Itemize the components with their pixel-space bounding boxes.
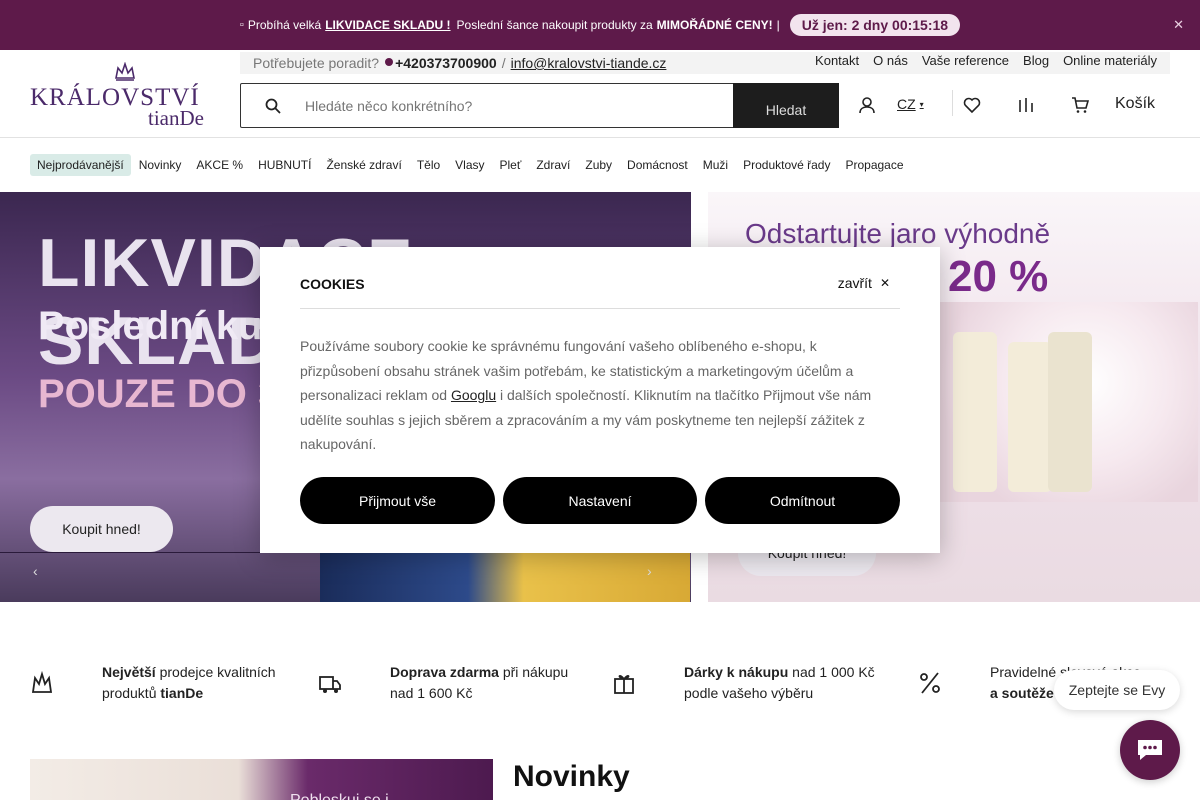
chevron-right-icon[interactable]: ›: [647, 563, 652, 579]
banner-title-2: Poslední ku: [38, 304, 263, 348]
nav-item-vlasy[interactable]: Vlasy: [448, 154, 491, 176]
nav-item-hubnuti[interactable]: HUBNUTÍ: [251, 154, 318, 176]
nav-item-zdravi[interactable]: Zdraví: [529, 154, 577, 176]
usp-item: Doprava zdarma při nákupu nad 1 600 Kč: [318, 660, 568, 706]
chat-bubble[interactable]: Zeptejte se Evy: [1054, 670, 1180, 710]
close-icon: ✕: [879, 276, 890, 290]
phone-link[interactable]: +420373700900: [395, 55, 497, 71]
cart-icon[interactable]: [1071, 96, 1090, 114]
cookie-modal: COOKIES zavřít ✕ Používáme soubory cooki…: [260, 247, 940, 553]
email-link[interactable]: info@kralovstvi-tiande.cz: [511, 55, 667, 71]
nav-item-telo[interactable]: Tělo: [410, 154, 447, 176]
top-link-blog[interactable]: Blog: [1023, 53, 1049, 68]
crown-icon: [31, 670, 53, 693]
promo-separator: |: [776, 18, 780, 32]
search-button[interactable]: Hledat: [733, 83, 839, 128]
accept-all-button[interactable]: Přijmout vše: [300, 477, 495, 524]
truck-icon: [319, 676, 341, 693]
crown-icon: [115, 62, 135, 81]
cookie-title: COOKIES: [300, 276, 365, 292]
usp-text: Dárky k nákupu nad 1 000 Kč podle vašeho…: [684, 664, 875, 701]
nav-item-bestsellers[interactable]: Nejprodávanější: [30, 154, 131, 176]
usp-item: Největší prodejce kvalitních produktů ti…: [30, 660, 276, 706]
product-tube-image: [953, 332, 997, 492]
search-input[interactable]: [305, 84, 733, 127]
top-link-reference[interactable]: Vaše reference: [922, 53, 1009, 68]
heart-icon[interactable]: [963, 96, 981, 114]
header-divider: [952, 90, 953, 116]
logo[interactable]: KRÁLOVSTVÍ tianDe: [30, 62, 215, 130]
product-tube-image: [1048, 332, 1092, 492]
logo-line2: tianDe: [148, 106, 204, 130]
help-label: Potřebujete poradit?: [253, 55, 380, 71]
box-icon: ▫: [239, 19, 244, 31]
reject-button[interactable]: Odmítnout: [705, 477, 900, 524]
promo-bar: ▫ Probíhá velká LIKVIDACE SKLADU ! Posle…: [0, 0, 1200, 50]
phone-dot-icon: [385, 57, 394, 66]
top-link-kontakt[interactable]: Kontakt: [815, 53, 859, 68]
nav-item-domacnost[interactable]: Domácnost: [620, 154, 695, 176]
nav-item-akce[interactable]: AKCE %: [189, 154, 250, 176]
nav-item-novinky[interactable]: Novinky: [132, 154, 189, 176]
search-bar: Hledat: [240, 83, 839, 128]
google-link[interactable]: Googlu: [451, 387, 496, 403]
nav-item-produktove-rady[interactable]: Produktové řady: [736, 154, 837, 176]
modal-divider: [300, 308, 900, 309]
banner-right-title: Odstartujte jaro výhodně: [745, 218, 1051, 249]
cookie-close-button[interactable]: zavřít ✕: [838, 275, 890, 291]
promo-text-2: Poslední šance nakoupit produkty za: [456, 18, 653, 32]
new-products-image[interactable]: Pobleskuj se i ...: [30, 759, 493, 800]
cookie-text: Používáme soubory cookie ke správnému fu…: [300, 338, 872, 453]
usp-item: Dárky k nákupu nad 1 000 Kč podle vašeho…: [612, 660, 875, 706]
cart-label[interactable]: Košík: [1115, 95, 1155, 113]
banner-title-3: POUZE DO 3: [38, 372, 281, 416]
site-header: KRÁLOVSTVÍ tianDe Potřebujete poradit? +…: [0, 50, 1200, 138]
banner-buy-button[interactable]: Koupit hned!: [30, 506, 173, 552]
promo-bold: MIMOŘÁDNÉ CENY!: [656, 18, 773, 32]
chat-button[interactable]: [1120, 720, 1180, 780]
percent-icon: [920, 672, 940, 694]
image-caption: Pobleskuj se i ...: [290, 792, 407, 800]
help-separator: /: [501, 55, 506, 71]
search-icon: [241, 84, 305, 127]
nav-item-plet[interactable]: Pleť: [493, 154, 529, 176]
gift-icon: [614, 675, 634, 694]
promo-link[interactable]: LIKVIDACE SKLADU !: [325, 18, 450, 32]
language-label: CZ: [897, 96, 916, 112]
chat-icon: [1138, 740, 1162, 760]
countdown-timer: Už jen: 2 dny 00:15:18: [789, 14, 961, 36]
promo-text: ▫ Probíhá velká LIKVIDACE SKLADU ! Posle…: [240, 18, 780, 32]
top-link-o-nas[interactable]: O nás: [873, 53, 908, 68]
product-tube-image: [1008, 342, 1052, 492]
banner-right-discount: 20 %: [948, 252, 1049, 301]
section-title: Novinky: [513, 760, 630, 793]
nav-item-zuby[interactable]: Zuby: [578, 154, 619, 176]
promo-text-1: Probíhá velká: [247, 18, 322, 32]
nav-item-zenske-zdravi[interactable]: Ženské zdraví: [319, 154, 408, 176]
top-link-materials[interactable]: Online materiály: [1063, 53, 1157, 68]
chevron-left-icon[interactable]: ‹: [33, 563, 38, 579]
main-nav: Nejprodávanější Novinky AKCE % HUBNUTÍ Ž…: [0, 138, 1200, 192]
nav-item-propagace[interactable]: Propagace: [838, 154, 910, 176]
close-icon[interactable]: ✕: [1173, 17, 1184, 33]
nav-item-muzi[interactable]: Muži: [696, 154, 735, 176]
chevron-down-icon: ▾: [919, 99, 924, 109]
usp-text: Doprava zdarma při nákupu nad 1 600 Kč: [390, 664, 569, 701]
cookie-close-label: zavřít: [837, 275, 872, 291]
compare-icon[interactable]: [1017, 96, 1035, 114]
user-icon[interactable]: [858, 96, 876, 114]
language-selector[interactable]: CZ ▾: [897, 96, 924, 112]
settings-button[interactable]: Nastavení: [503, 477, 697, 524]
top-links: Kontakt O nás Vaše reference Blog Online…: [815, 53, 1157, 68]
usp-text: Největší prodejce kvalitních produktů ti…: [102, 664, 276, 701]
